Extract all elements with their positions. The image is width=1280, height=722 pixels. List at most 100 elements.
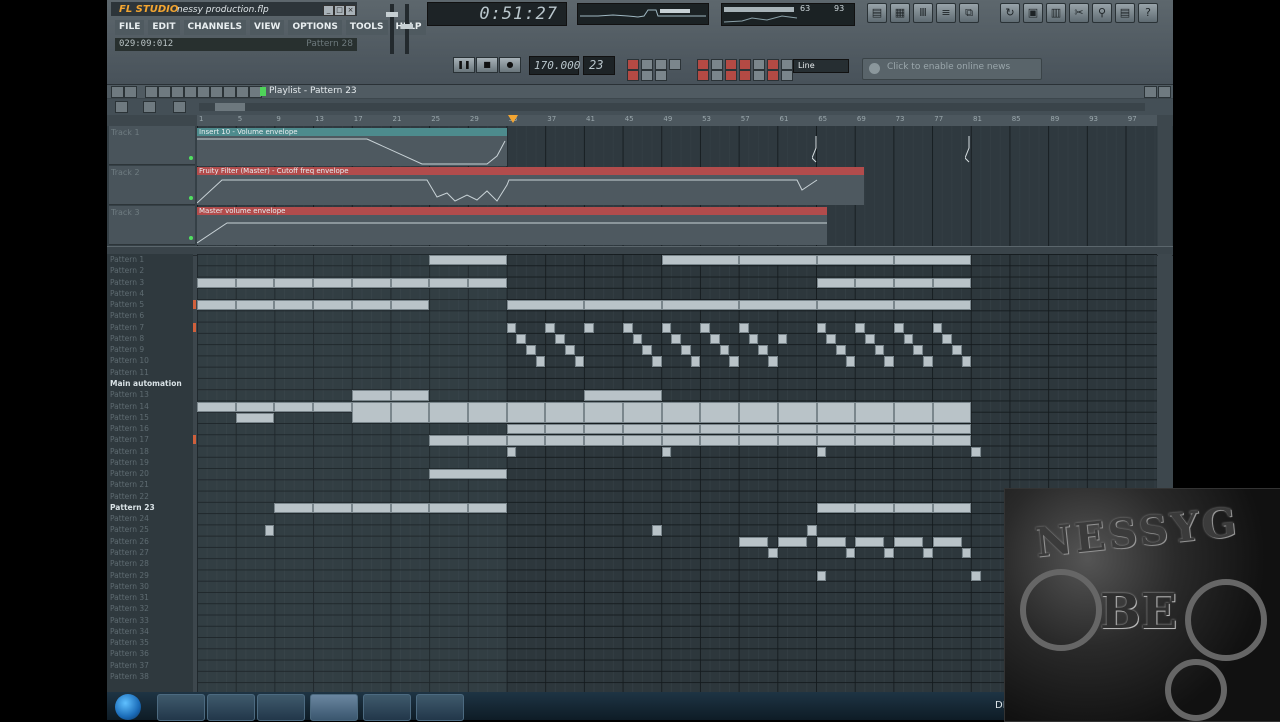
pattern-row-label[interactable]: Main automation xyxy=(110,378,182,389)
pattern-clip[interactable] xyxy=(584,424,623,435)
pattern-clip[interactable] xyxy=(932,277,972,288)
slip-tool-icon[interactable] xyxy=(197,86,210,98)
pattern-clip[interactable] xyxy=(739,435,778,446)
pattern-clip[interactable] xyxy=(855,424,894,435)
pattern-clip[interactable] xyxy=(913,345,923,356)
pattern-row-label[interactable]: Pattern 34 xyxy=(110,626,149,637)
document-icon[interactable]: ▤ xyxy=(1115,3,1135,23)
pattern-row-label[interactable]: Pattern 24 xyxy=(110,513,149,524)
pattern-row-label[interactable]: Pattern 11 xyxy=(110,367,149,378)
pattern-clip[interactable] xyxy=(816,424,856,435)
pattern-row-label[interactable]: Pattern 3 xyxy=(110,277,144,288)
pattern-selector[interactable]: 23 xyxy=(583,56,615,75)
pattern-clip[interactable] xyxy=(681,345,691,356)
pattern-row-label[interactable]: Pattern 14 xyxy=(110,401,149,412)
pattern-clip[interactable] xyxy=(942,333,953,345)
pattern-clip[interactable] xyxy=(961,548,972,559)
pattern-row-label[interactable]: Pattern 13 xyxy=(110,389,149,400)
precount-icon[interactable] xyxy=(725,70,737,81)
pattern-clip[interactable] xyxy=(584,322,594,333)
pattern-clip[interactable] xyxy=(535,356,546,367)
pattern-clip[interactable] xyxy=(526,345,536,356)
pattern-clip[interactable] xyxy=(932,322,943,333)
loop-record-icon[interactable] xyxy=(655,70,667,81)
pattern-row-label[interactable]: Pattern 8 xyxy=(110,333,144,344)
pattern-clip[interactable] xyxy=(903,333,914,345)
slice-tool-icon[interactable] xyxy=(210,86,223,98)
pattern-clip[interactable] xyxy=(719,345,730,356)
pattern-clip[interactable] xyxy=(777,424,817,435)
pattern-row-label[interactable]: Pattern 17 xyxy=(110,434,149,445)
pattern-clip[interactable] xyxy=(197,300,236,311)
pattern-clip[interactable] xyxy=(816,502,856,514)
pattern-clip[interactable] xyxy=(806,525,817,536)
pattern-clip[interactable] xyxy=(893,536,923,548)
clip-cutoff-envelope[interactable]: Fruity Filter (Master) - Cutoff freq env… xyxy=(196,167,864,205)
pattern-clip[interactable] xyxy=(584,401,623,424)
pattern-clip[interactable] xyxy=(313,300,352,311)
scroll-thumb[interactable] xyxy=(215,103,245,111)
pattern-clip[interactable] xyxy=(429,401,469,424)
pattern-row-label[interactable]: Pattern 36 xyxy=(110,648,149,659)
pattern-clip[interactable] xyxy=(874,345,885,356)
pattern-clip[interactable] xyxy=(739,300,817,311)
playhead-marker-icon[interactable] xyxy=(508,115,518,123)
pattern-clip[interactable] xyxy=(506,435,546,446)
track-2-enable-icon[interactable] xyxy=(189,196,193,200)
pattern-clip[interactable] xyxy=(855,435,894,446)
select-tool-icon[interactable] xyxy=(223,86,236,98)
pattern-clip[interactable] xyxy=(429,502,469,514)
pattern-row-label[interactable]: Pattern 22 xyxy=(110,491,149,502)
pattern-row-label[interactable]: Pattern 27 xyxy=(110,547,149,558)
minimize-button[interactable]: _ xyxy=(323,5,334,16)
pattern-clip[interactable] xyxy=(661,435,701,446)
pattern-row-label[interactable]: Pattern 26 xyxy=(110,536,149,547)
pattern-row-label[interactable]: Pattern 7 xyxy=(110,322,144,333)
paint-tool-icon[interactable] xyxy=(158,86,171,98)
typing-keyboard-icon[interactable] xyxy=(641,59,653,70)
pattern-clip[interactable] xyxy=(884,548,894,559)
pattern-clip[interactable] xyxy=(816,322,827,333)
cut-icon[interactable]: ✂ xyxy=(1069,3,1089,23)
playlist-maximize-icon[interactable] xyxy=(1144,86,1157,98)
pattern-row-label[interactable]: Pattern 9 xyxy=(110,344,144,355)
master-pitch-slider[interactable] xyxy=(401,4,413,54)
pattern-clip[interactable] xyxy=(758,345,769,356)
pattern-clip[interactable] xyxy=(845,548,856,559)
track-3-enable-icon[interactable] xyxy=(189,236,193,240)
pattern-clip[interactable] xyxy=(768,548,778,559)
oscilloscope[interactable] xyxy=(577,3,709,25)
menu-channels[interactable]: CHANNELS xyxy=(183,20,247,35)
recorder-taskbar-icon[interactable] xyxy=(416,694,464,721)
playlist-menu-icon[interactable] xyxy=(111,86,124,98)
pattern-clip[interactable] xyxy=(661,255,740,266)
pattern-clip[interactable] xyxy=(584,435,623,446)
pattern-clip[interactable] xyxy=(197,401,236,412)
pattern-clip[interactable] xyxy=(274,401,314,412)
notes-taskbar-icon[interactable] xyxy=(363,694,411,721)
pattern-clip[interactable] xyxy=(729,356,740,367)
pattern-clip[interactable] xyxy=(545,424,585,435)
pattern-clip[interactable] xyxy=(864,333,875,345)
pattern-clip[interactable] xyxy=(671,333,681,345)
pattern-row-label[interactable]: Pattern 35 xyxy=(110,637,149,648)
pattern-clip[interactable] xyxy=(642,345,652,356)
pattern-clip[interactable] xyxy=(661,424,701,435)
pattern-clip[interactable] xyxy=(429,277,469,288)
pattern-clip[interactable] xyxy=(816,570,827,581)
pattern-clip[interactable] xyxy=(555,333,565,345)
pattern-clip[interactable] xyxy=(351,300,391,311)
multilink-icon[interactable] xyxy=(725,59,737,70)
pattern-clip[interactable] xyxy=(661,446,672,457)
undo-icon[interactable]: ↻ xyxy=(1000,3,1020,23)
wait-input-icon[interactable] xyxy=(627,70,639,81)
pattern-clip[interactable] xyxy=(313,401,352,412)
pattern-row-label[interactable]: Pattern 25 xyxy=(110,524,149,535)
pattern-clip[interactable] xyxy=(351,277,391,288)
auto-scroll-icon[interactable] xyxy=(697,70,709,81)
pattern-clip[interactable] xyxy=(777,333,788,345)
timeline-ruler[interactable]: 1 5 9 13 17 21 25 29 33 37 41 45 49 53 57 61 65 69 73 77 81 8… xyxy=(197,115,1157,126)
pattern-clip[interactable] xyxy=(468,502,507,514)
mixer-icon[interactable]: ⧉ xyxy=(959,3,979,23)
pattern-clip[interactable] xyxy=(816,255,894,266)
